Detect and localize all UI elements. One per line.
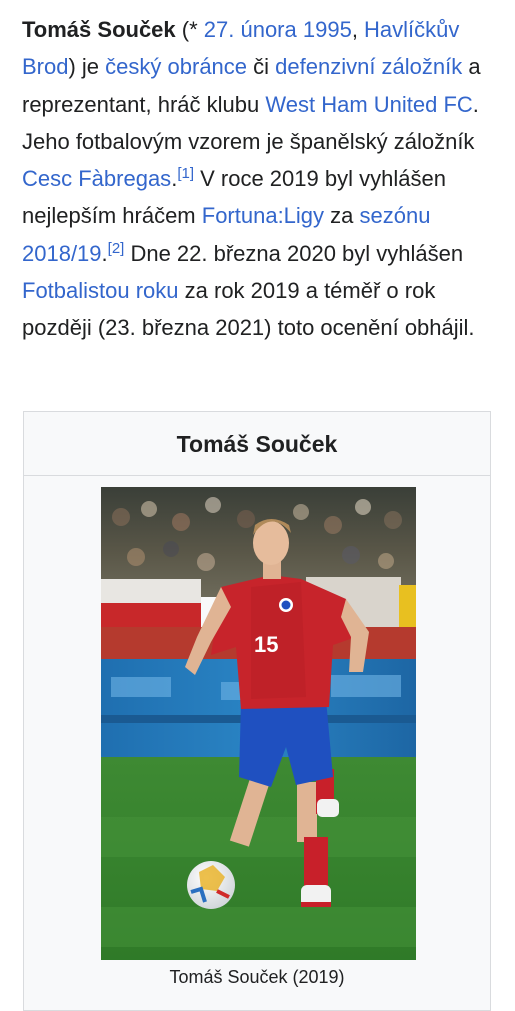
reference-link-1[interactable]: [1]	[177, 165, 194, 182]
link-idol[interactable]: Cesc Fàbregas	[22, 166, 171, 191]
infobox: Tomáš Souček 15 Tomáš Souček (2019)	[23, 411, 491, 1011]
link-league[interactable]: Fortuna:Ligy	[202, 203, 324, 228]
reference-1[interactable]: [1]	[177, 165, 194, 182]
subject-name: Tomáš Souček	[22, 17, 176, 42]
link-position[interactable]: defenzivní záložník	[275, 54, 462, 79]
link-birth-date[interactable]: 27. února 1995	[204, 17, 352, 42]
text-span: za	[324, 203, 360, 229]
svg-text:15: 15	[254, 632, 278, 657]
player-photo[interactable]: 15	[101, 487, 416, 960]
link-nationality[interactable]: český obránce	[105, 54, 247, 79]
link-club[interactable]: West Ham United FC	[265, 92, 472, 117]
text-span: ,	[351, 17, 365, 42]
reference-2[interactable]: [2]	[108, 240, 125, 257]
infobox-title: Tomáš Souček	[24, 412, 490, 476]
text-span: (*	[175, 17, 204, 42]
text-span: ) je	[68, 54, 106, 80]
photo-caption: Tomáš Souček (2019)	[169, 967, 345, 987]
text-span: či	[247, 54, 276, 80]
text-span: Dne 22. března 2020 byl vyhlášen	[124, 240, 464, 266]
reference-link-2[interactable]: [2]	[108, 240, 125, 257]
link-award[interactable]: Fotbalistou roku	[22, 278, 179, 303]
article-lead: Tomáš Souček (* 27. února 1995, Havlíčků…	[22, 11, 500, 347]
lead-paragraph: Tomáš Souček (* 27. února 1995, Havlíčků…	[22, 11, 500, 347]
